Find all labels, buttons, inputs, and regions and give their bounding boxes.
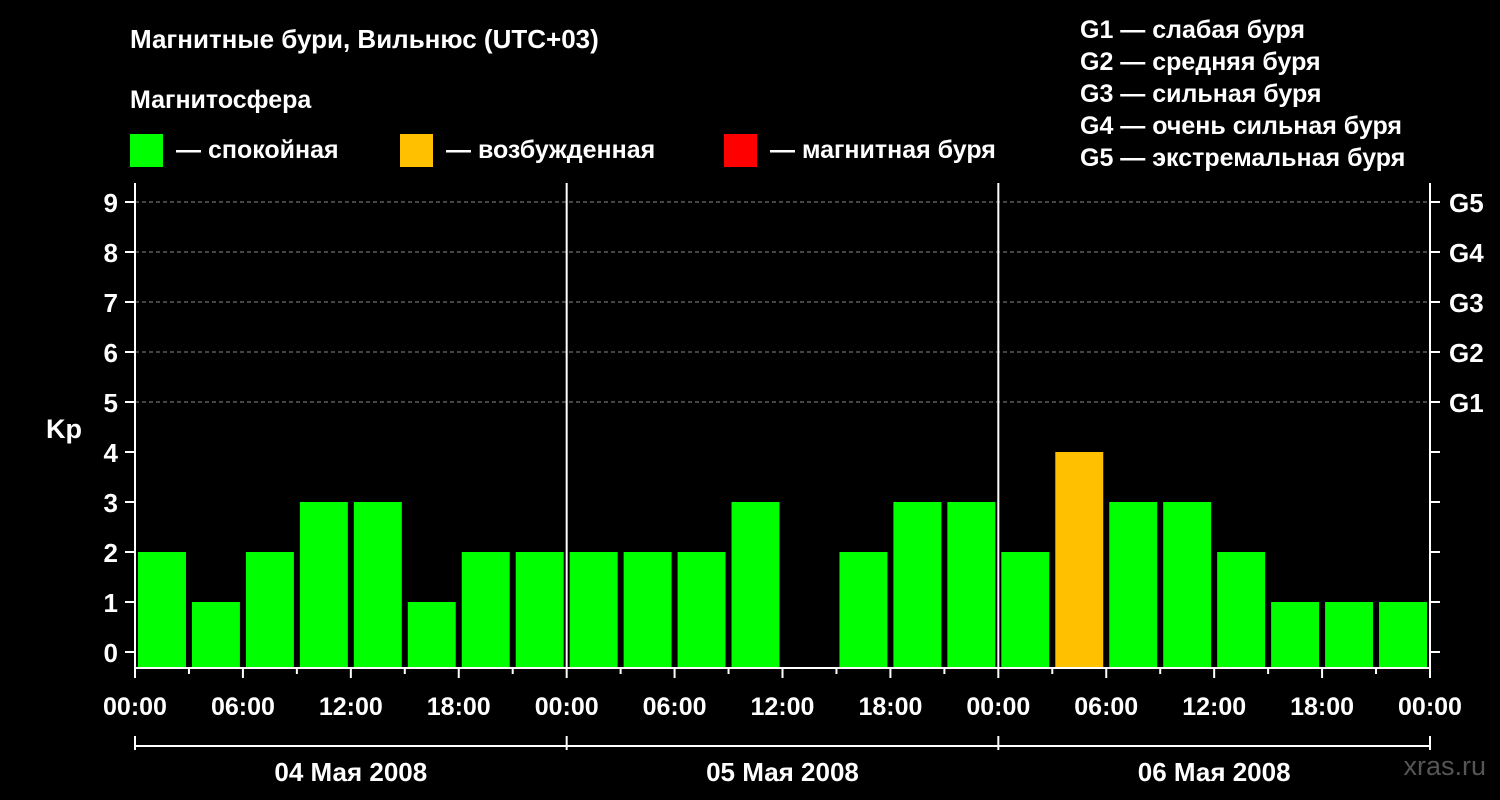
kp-bar [299, 502, 348, 668]
g-level-label: G2 [1449, 338, 1484, 368]
y-tick-label: 4 [104, 438, 119, 468]
kp-bar [1325, 602, 1374, 668]
g-level-label: G5 [1449, 188, 1484, 218]
day-label: 04 Мая 2008 [274, 757, 427, 787]
x-tick-label: 00:00 [535, 693, 599, 721]
kp-bar [407, 602, 456, 668]
x-tick-label: 06:00 [643, 693, 707, 721]
x-tick-label: 12:00 [1182, 693, 1246, 721]
g-level-label: G3 [1449, 288, 1484, 318]
day-label: 06 Мая 2008 [1138, 757, 1291, 787]
kp-chart: 0 1 2 3 4 5 6 7 8 9 G1 G2 G3 G4 G5 Kp 00:00 06:00 12:00 18:… [46, 183, 1484, 787]
x-tick-label: 00:00 [103, 693, 167, 721]
kp-bar [1055, 452, 1104, 668]
x-tick-label: 18:00 [1290, 693, 1354, 721]
x-tick-label: 12:00 [751, 693, 815, 721]
g-level-label: G4 [1449, 238, 1484, 268]
g-level-label: G1 [1449, 388, 1484, 418]
y-axis-title: Kp [46, 414, 82, 444]
kp-bar [623, 552, 672, 668]
y-tick-label: 1 [104, 588, 118, 618]
kp-bar [893, 502, 942, 668]
y-tick-label: 7 [104, 288, 118, 318]
watermark: xras.ru [1403, 751, 1486, 781]
y-tick-label: 6 [104, 338, 118, 368]
kp-bar [353, 502, 402, 668]
y-tick-label: 8 [104, 238, 118, 268]
kp-bar [245, 552, 294, 668]
y-tick-label: 5 [104, 388, 118, 418]
kp-bar [1001, 552, 1050, 668]
kp-bar [515, 552, 564, 668]
x-tick-label: 06:00 [1074, 693, 1138, 721]
y-tick-label: 0 [104, 638, 118, 668]
x-tick-label: 00:00 [1398, 693, 1462, 721]
kp-bar [191, 602, 240, 668]
kp-bar [1109, 502, 1158, 668]
kp-bar [731, 502, 780, 668]
kp-bar [947, 502, 996, 668]
x-tick-label: 00:00 [966, 693, 1030, 721]
kp-bar [569, 552, 618, 668]
x-tick-label: 06:00 [211, 693, 275, 721]
x-tick-label: 18:00 [427, 693, 491, 721]
kp-bar [1271, 602, 1320, 668]
kp-bar [461, 552, 510, 668]
kp-bar [839, 552, 888, 668]
kp-bar [1379, 602, 1427, 668]
kp-bar [1163, 502, 1212, 668]
kp-bar [1217, 552, 1266, 668]
x-tick-label: 18:00 [858, 693, 922, 721]
y-tick-label: 3 [104, 488, 118, 518]
day-label: 05 Мая 2008 [706, 757, 859, 787]
kp-bar [677, 552, 726, 668]
y-tick-label: 9 [104, 188, 118, 218]
kp-bar [138, 552, 186, 668]
y-tick-label: 2 [104, 538, 118, 568]
x-tick-label: 12:00 [319, 693, 383, 721]
